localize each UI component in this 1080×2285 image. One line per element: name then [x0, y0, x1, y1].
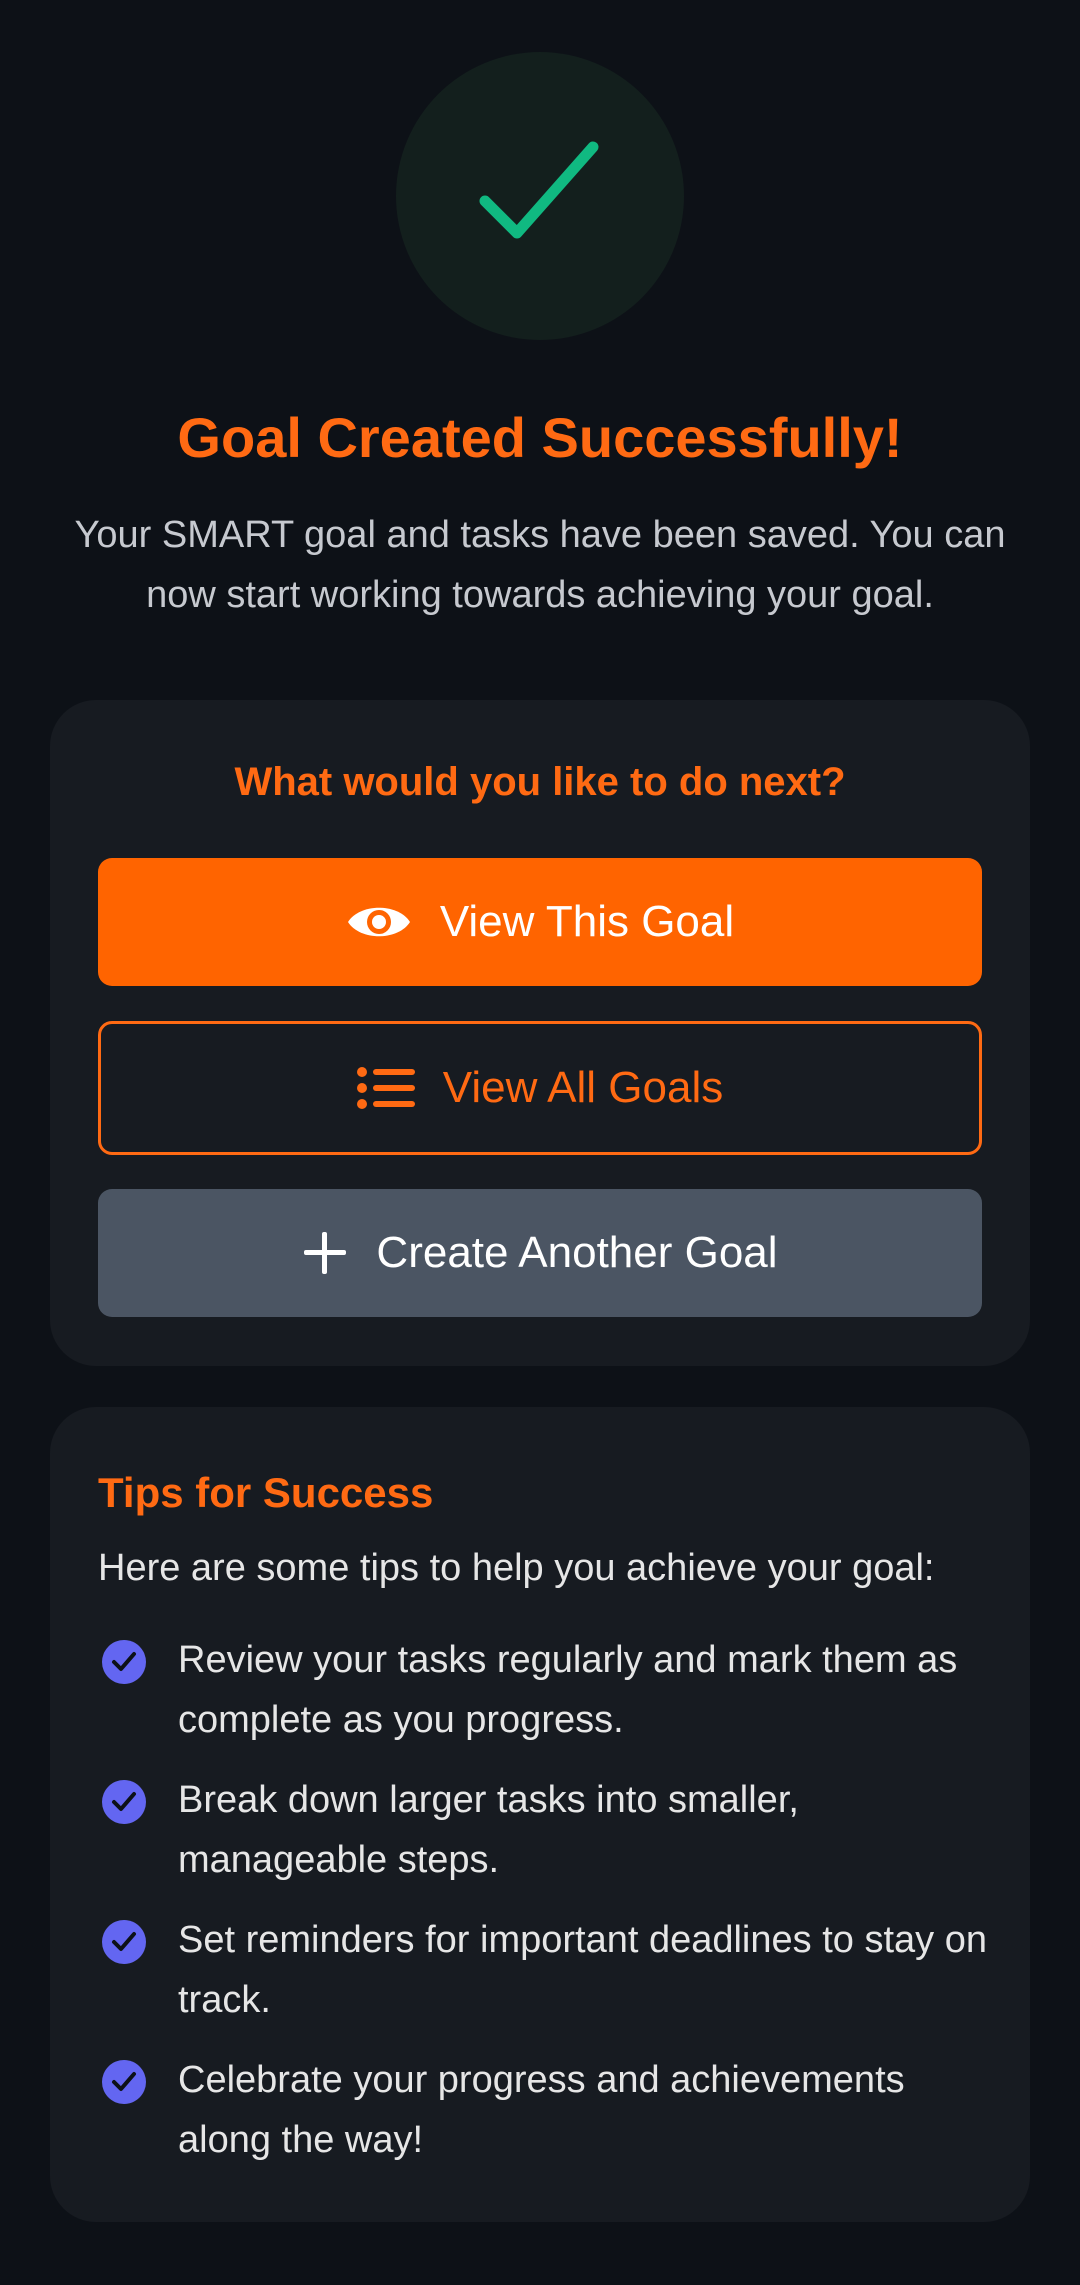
success-badge	[396, 52, 684, 340]
view-this-goal-label: View This Goal	[439, 897, 735, 946]
tips-card: Tips for Success Here are some tips to h…	[50, 1407, 1030, 2222]
tip-text: Celebrate your progress and achievements…	[178, 2059, 905, 2161]
next-steps-heading: What would you like to do next?	[234, 760, 846, 804]
tip-text: Break down larger tasks into smaller, ma…	[178, 1779, 799, 1881]
check-circle-icon	[102, 2060, 146, 2104]
plus-icon	[302, 1230, 348, 1276]
check-circle-icon	[102, 1640, 146, 1684]
check-circle-icon	[102, 1920, 146, 1964]
tip-text: Review your tasks regularly and mark the…	[178, 1639, 958, 1741]
tip-item: Set reminders for important deadlines to…	[98, 1910, 988, 2030]
tips-intro: Here are some tips to help you achieve y…	[98, 1547, 935, 1589]
page-title: Goal Created Successfully!	[177, 406, 903, 469]
check-icon	[479, 141, 599, 239]
tip-item: Celebrate your progress and achievements…	[98, 2050, 988, 2170]
view-all-goals-label: View All Goals	[442, 1063, 724, 1112]
tip-item: Review your tasks regularly and mark the…	[98, 1630, 988, 1750]
create-another-goal-button[interactable]: Create Another Goal	[98, 1189, 982, 1317]
tip-text: Set reminders for important deadlines to…	[178, 1919, 987, 2021]
list-icon	[356, 1067, 415, 1109]
eye-icon	[346, 899, 412, 945]
tip-item: Break down larger tasks into smaller, ma…	[98, 1770, 988, 1890]
next-steps-card: What would you like to do next? View Thi…	[50, 700, 1030, 1366]
check-circle-icon	[102, 1780, 146, 1824]
tips-list: Review your tasks regularly and mark the…	[98, 1630, 988, 2190]
page-subtitle: Your SMART goal and tasks have been save…	[74, 514, 1006, 616]
create-another-goal-label: Create Another Goal	[376, 1228, 778, 1277]
view-all-goals-button[interactable]: View All Goals	[98, 1021, 982, 1155]
tips-heading: Tips for Success	[98, 1469, 434, 1516]
view-this-goal-button[interactable]: View This Goal	[98, 858, 982, 986]
